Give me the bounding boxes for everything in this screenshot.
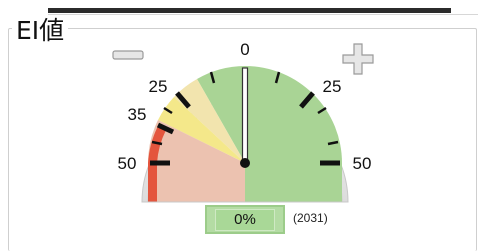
plus-icon: [342, 43, 374, 75]
tick-label-right-25: 25: [323, 77, 342, 96]
tick-label-left-25: 25: [149, 77, 168, 96]
tick-label-left-35: 35: [128, 105, 147, 124]
zoom-in-button[interactable]: [342, 43, 374, 75]
zoom-out-button[interactable]: [112, 50, 144, 60]
percent-readout-box: 0%: [205, 205, 285, 234]
minus-icon: [112, 50, 144, 60]
count-readout: (2031): [293, 211, 328, 225]
tick-label-0: 0: [240, 40, 249, 59]
percent-readout: 0%: [215, 208, 275, 231]
needle-hub: [240, 158, 250, 168]
tick-label-left-50: 50: [118, 154, 137, 173]
needle-shaft: [241, 67, 249, 164]
tick-label-right-50: 50: [353, 154, 372, 173]
